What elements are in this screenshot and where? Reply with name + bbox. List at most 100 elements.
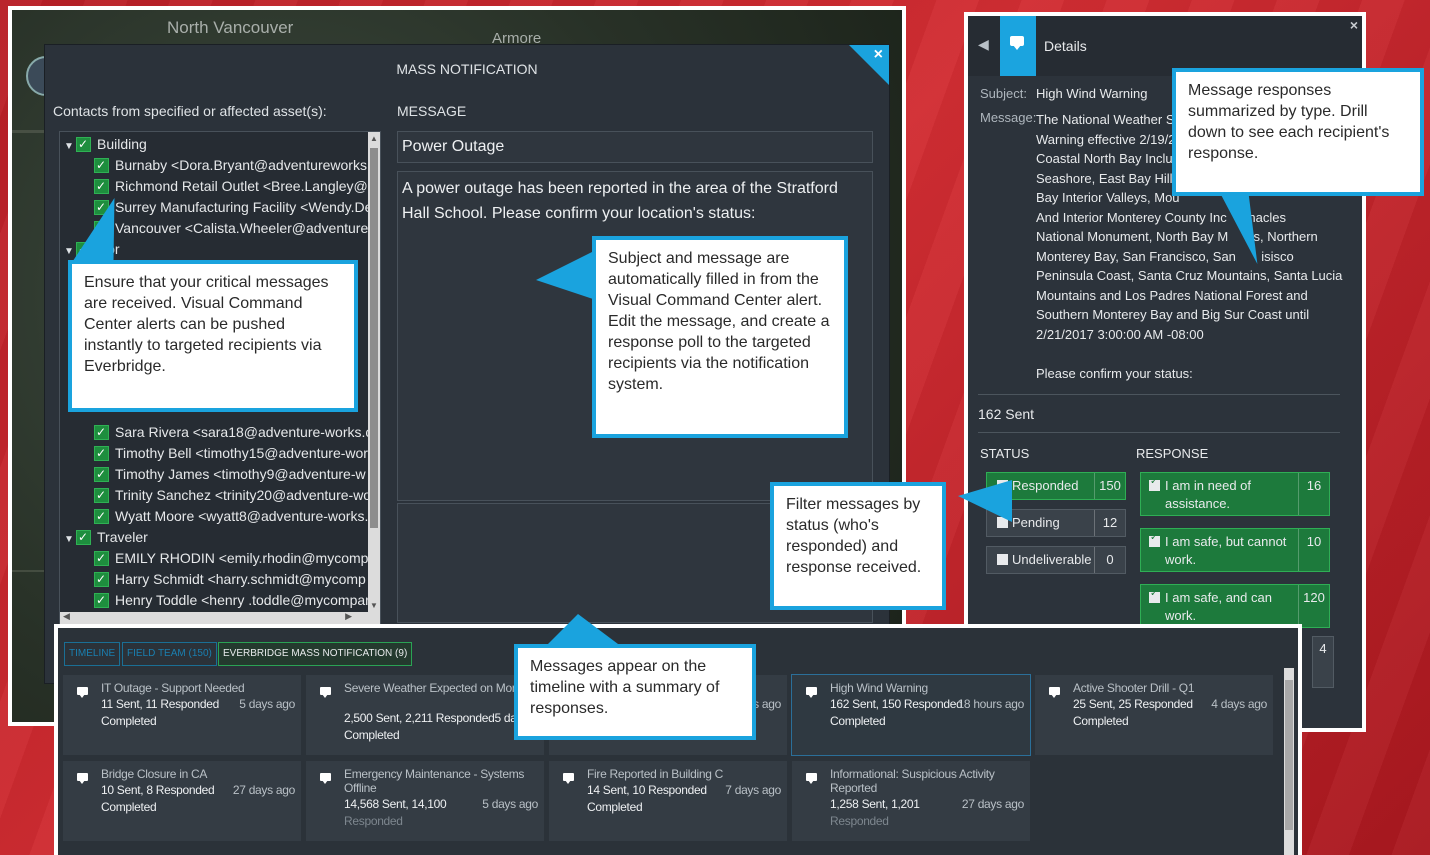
card-state: Completed — [101, 800, 157, 814]
callout-critical: Ensure that your critical messages are r… — [68, 260, 358, 412]
tree-contact[interactable]: Vancouver <Calista.Wheeler@adventurew — [94, 218, 378, 239]
checkbox[interactable] — [94, 464, 109, 485]
card-sent: 10 Sent, 8 Responded — [101, 783, 215, 797]
card-sent: 11 Sent, 11 Responded — [101, 697, 220, 711]
back-arrow-icon[interactable]: ◀ — [978, 36, 989, 53]
tab-field-team[interactable]: FIELD TEAM (150) — [122, 642, 217, 666]
scroll-up-icon[interactable]: ▲ — [370, 134, 378, 143]
close-icon[interactable]: × — [874, 46, 883, 64]
tree-label: Henry Toddle <henry .toddle@mycompar — [115, 592, 370, 608]
message-line: Please confirm your status: — [1036, 365, 1193, 381]
card-sent: 14,568 Sent, 14,100 — [344, 797, 447, 811]
status-count: 12 — [1094, 510, 1125, 536]
tree-contact[interactable]: Wyatt Moore <wyatt8@adventure-works. — [94, 506, 368, 527]
card-age: s ago — [753, 697, 781, 711]
callout-subject: Subject and message are automatically fi… — [592, 236, 848, 438]
response-count: 16 — [1298, 473, 1329, 515]
scroll-left-icon[interactable]: ◀ — [63, 611, 70, 622]
timeline-card[interactable]: Active Shooter Drill - Q1 25 Sent, 25 Res… — [1034, 674, 1274, 756]
checkbox[interactable] — [94, 443, 109, 464]
tree-label: Timothy Bell <timothy15@adventure-wor — [115, 445, 368, 461]
response-label: I am in need of assistance. — [1165, 478, 1251, 511]
checkbox[interactable] — [1149, 532, 1160, 547]
response-count: 10 — [1298, 529, 1329, 571]
tab-timeline[interactable]: TIMELINE — [64, 642, 121, 666]
response-filter[interactable]: I am safe, and can work. 120 — [1140, 584, 1330, 628]
checkbox[interactable] — [76, 527, 91, 548]
timeline-scrollbar[interactable] — [1284, 668, 1294, 855]
card-age: 5 days ago — [239, 697, 295, 711]
tree-contact[interactable]: Burnaby <Dora.Bryant@adventureworks.c — [94, 155, 378, 176]
tree-contact[interactable]: EMILY RHODIN <emily.rhodin@mycompa — [94, 548, 376, 569]
subject-value: High Wind Warning — [1036, 86, 1148, 101]
close-corner[interactable] — [849, 45, 889, 85]
tree-contact[interactable]: Harry Schmidt <harry.schmidt@mycomp — [94, 569, 366, 590]
card-state: Responded — [344, 814, 403, 828]
response-filter[interactable]: I am safe, but cannot work. 10 — [1140, 528, 1330, 572]
tree-label: EMILY RHODIN <emily.rhodin@mycompa — [115, 550, 377, 566]
checkbox[interactable] — [94, 422, 109, 443]
message-line: Peninsula Coast, Santa Cruz Mountains, S… — [1036, 268, 1343, 283]
checkbox[interactable] — [94, 155, 109, 176]
scroll-right-icon[interactable]: ▶ — [345, 611, 352, 622]
tree-contact[interactable]: Trinity Sanchez <trinity20@adventure-wo — [94, 485, 371, 506]
response-filter[interactable]: I am in need of assistance. 16 — [1140, 472, 1330, 516]
card-title: Bridge Closure in CA — [101, 767, 208, 781]
tree-contact[interactable]: Henry Toddle <henry .toddle@mycompar — [94, 590, 370, 611]
tree-group[interactable]: ▼ Traveler — [64, 527, 148, 548]
timeline-card[interactable]: Emergency Maintenance - Systems Offline 1… — [305, 760, 545, 842]
timeline-card[interactable]: High Wind Warning 162 Sent, 150 Responded… — [791, 674, 1031, 756]
message-line: And Interior Monterey County Inc nnacles — [1036, 209, 1287, 225]
tab-everbridge[interactable]: EVERBRIDGE MASS NOTIFICATION (9) — [218, 642, 413, 666]
subject-input[interactable]: Power Outage — [397, 131, 873, 163]
checkbox[interactable] — [94, 506, 109, 527]
card-age: 27 days ago — [232, 783, 295, 797]
scroll-thumb[interactable] — [370, 148, 378, 528]
checkbox[interactable] — [94, 590, 109, 611]
tree-contact[interactable]: Timothy Bell <timothy15@adventure-wor — [94, 443, 368, 464]
checkbox[interactable] — [1149, 588, 1160, 603]
tree-hscrollbar[interactable]: ◀ ▶ — [60, 611, 368, 624]
checkbox[interactable] — [76, 134, 91, 155]
response-label: I am safe, and can work. — [1165, 590, 1272, 623]
checkbox[interactable] — [997, 554, 1008, 566]
tree-scrollbar[interactable]: ▲ ▼ — [368, 132, 380, 624]
tree-group[interactable]: ▼ Building — [64, 134, 147, 155]
message-line — [1036, 344, 1316, 364]
chat-icon — [320, 773, 331, 784]
status-label: Pending — [1012, 515, 1060, 530]
timeline-card[interactable]: Informational: Suspicious Activity Repor… — [791, 760, 1031, 842]
card-state: Responded — [830, 814, 889, 828]
card-age: 7 days ago — [725, 783, 781, 797]
scroll-thumb[interactable] — [1285, 680, 1293, 830]
card-age: 27 days ago — [961, 797, 1024, 811]
close-icon[interactable]: × — [1350, 17, 1358, 33]
chat-icon — [1010, 36, 1024, 50]
scroll-down-icon[interactable]: ▼ — [370, 601, 378, 610]
expand-toggle-icon[interactable]: ▼ — [64, 529, 76, 550]
tree-label: Surrey Manufacturing Facility <Wendy.De — [115, 199, 373, 215]
checkbox[interactable] — [94, 485, 109, 506]
checkbox[interactable] — [94, 176, 109, 197]
status-label: Responded — [1012, 478, 1079, 493]
checkbox[interactable] — [94, 569, 109, 590]
tree-contact[interactable]: Timothy James <timothy9@adventure-w — [94, 464, 366, 485]
chat-icon — [320, 687, 331, 698]
tree-contact[interactable]: Sara Rivera <sara18@adventure-works.c — [94, 422, 372, 443]
card-state: Completed — [1073, 714, 1129, 728]
checkbox[interactable] — [94, 548, 109, 569]
timeline-card[interactable]: Fire Reported in Building C 14 Sent, 10 R… — [548, 760, 788, 842]
sent-count: 162 Sent — [978, 406, 1035, 422]
timeline-card[interactable]: IT Outage - Support Needed 11 Sent, 11 Re… — [62, 674, 302, 756]
details-tab[interactable] — [1000, 16, 1036, 76]
checkbox[interactable] — [1149, 476, 1160, 491]
timeline-card[interactable]: Bridge Closure in CA 10 Sent, 8 Responded… — [62, 760, 302, 842]
timeline-card[interactable]: Severe Weather Expected on Mond 2,500 Sen… — [305, 674, 545, 756]
tree-contact[interactable]: Richmond Retail Outlet <Bree.Langley@a — [94, 176, 376, 197]
expand-toggle-icon[interactable]: ▼ — [64, 136, 76, 157]
response-count-partial[interactable]: 4 — [1312, 636, 1334, 688]
status-count: 0 — [1094, 547, 1125, 573]
status-filter-undeliverable[interactable]: Undeliverable 0 — [986, 546, 1126, 574]
status-label: Undeliverable — [1012, 552, 1092, 567]
callout-responses: Message responses summarized by type. Dr… — [1172, 68, 1424, 196]
